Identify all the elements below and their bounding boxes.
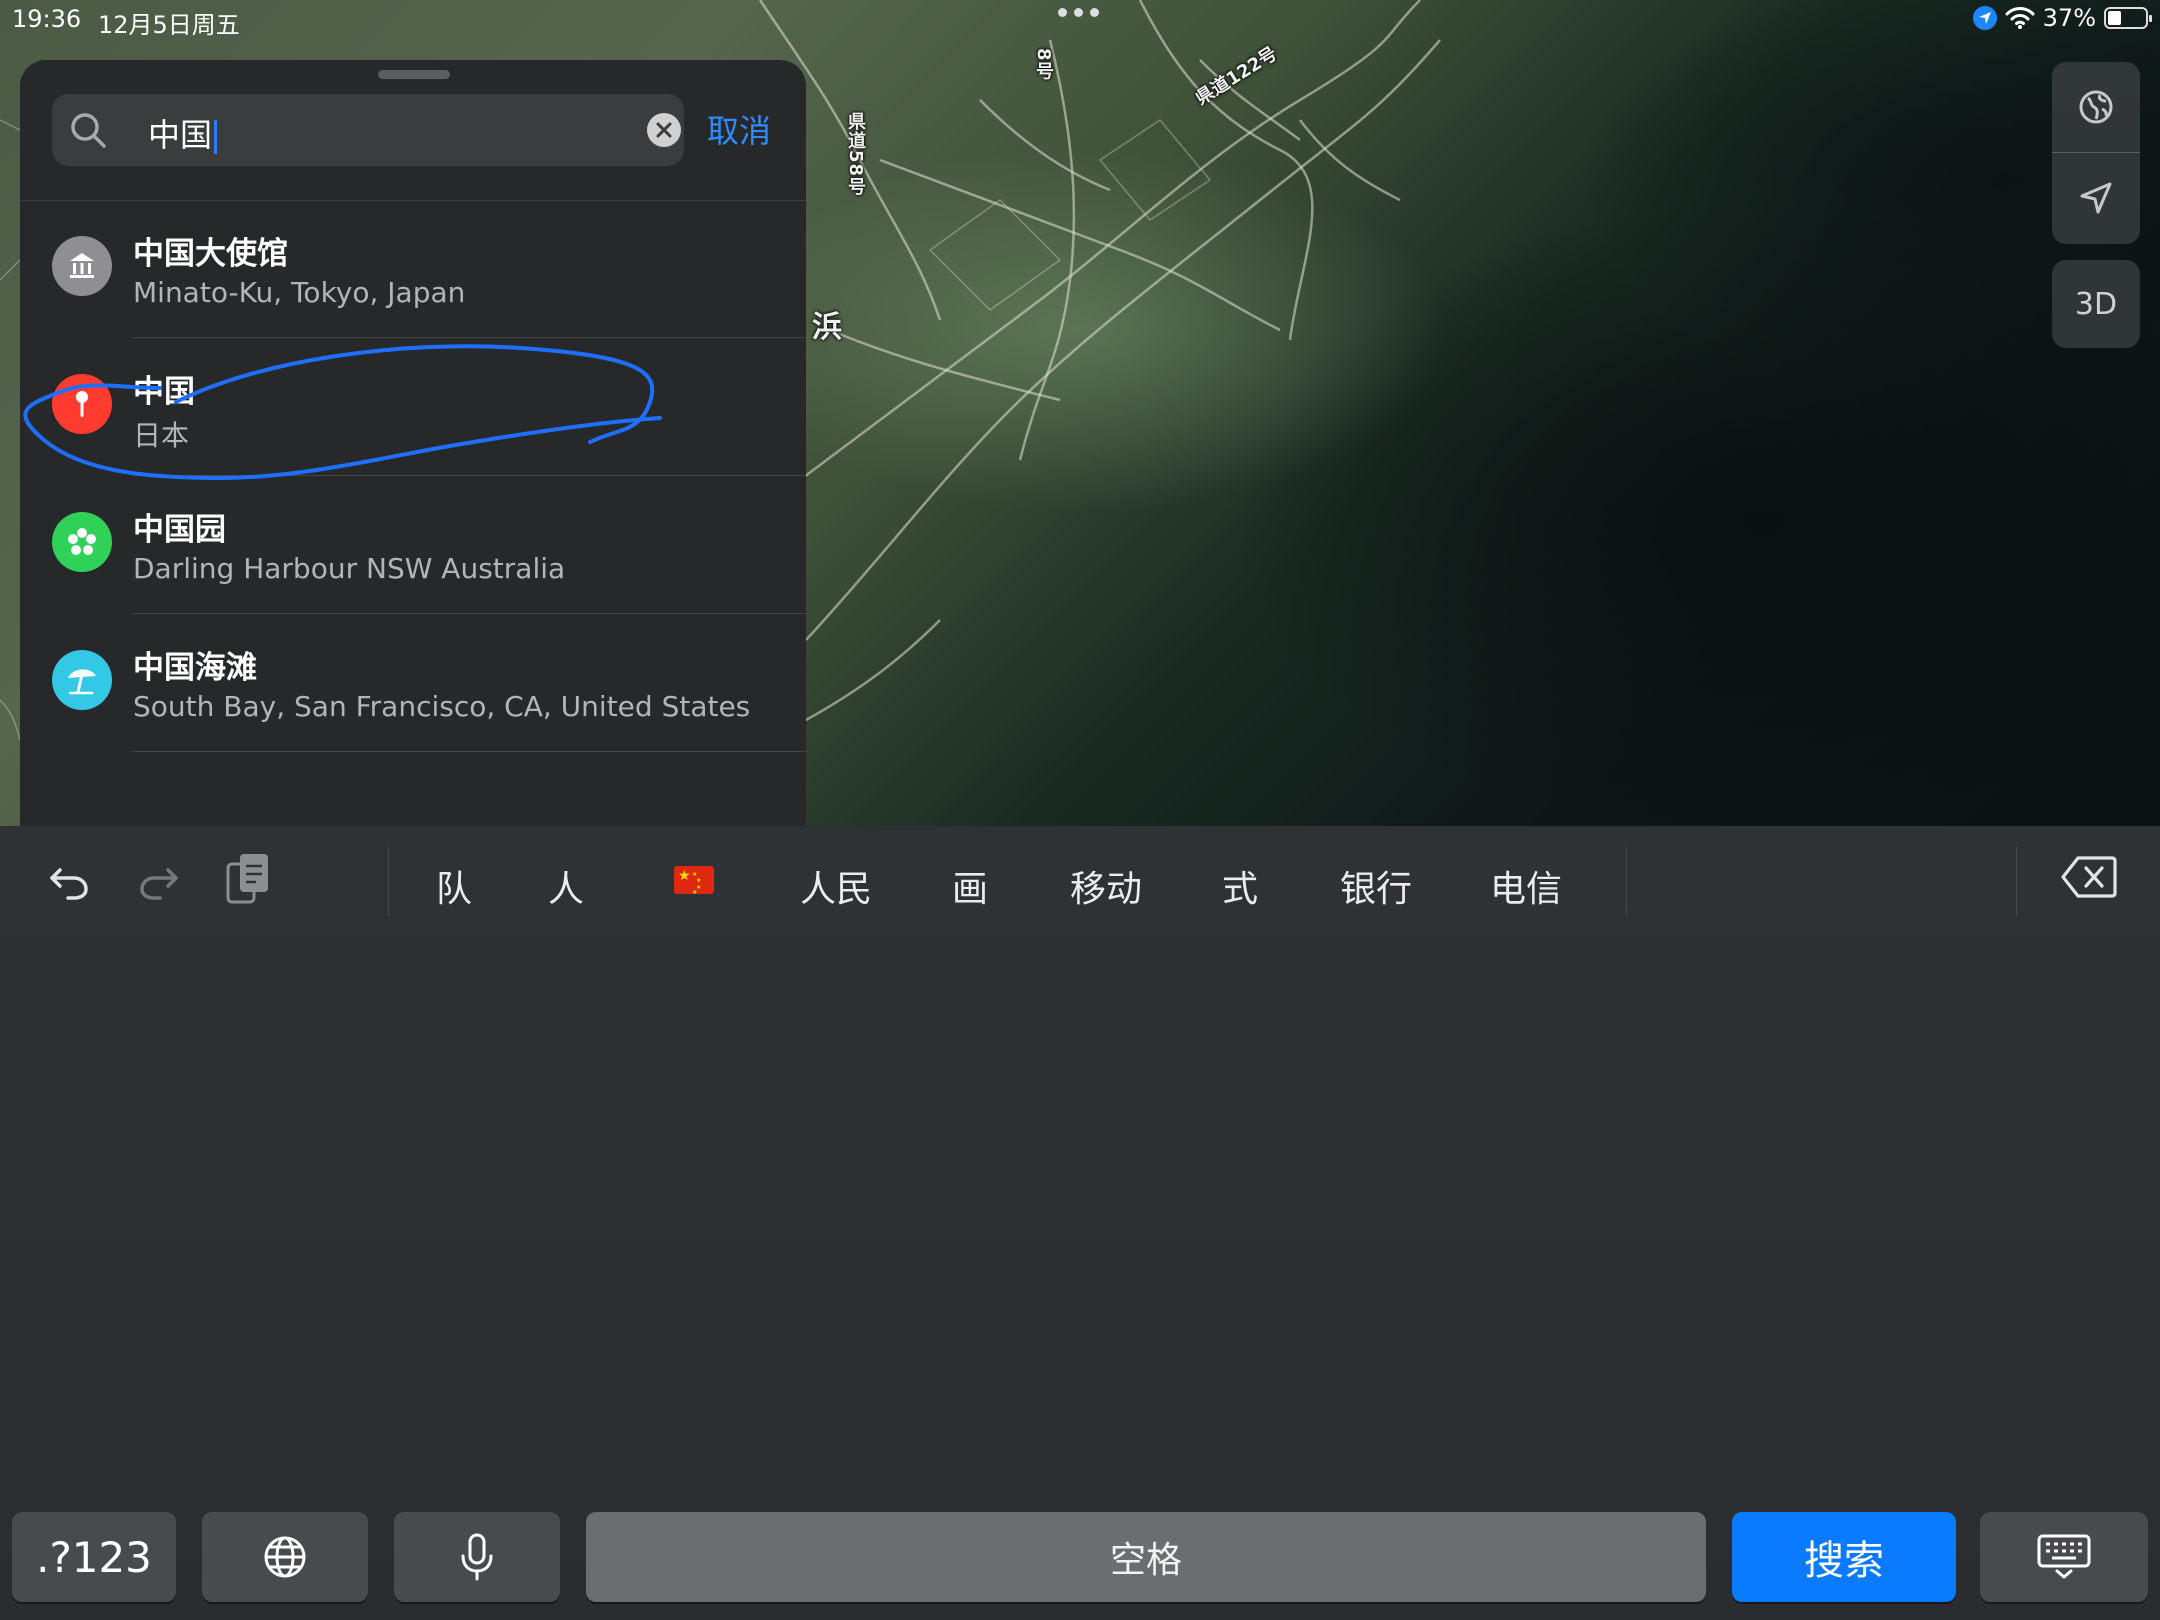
result-divider <box>133 751 806 752</box>
search-icon <box>71 113 106 148</box>
undo-icon[interactable] <box>46 856 92 902</box>
search-result-item[interactable]: 中国大使馆 Minato-Ku, Tokyo, Japan <box>20 200 806 338</box>
battery-percent: 37% <box>2042 4 2096 32</box>
cancel-button[interactable]: 取消 <box>707 106 771 152</box>
location-services-icon <box>1972 6 1997 30</box>
microphone-icon <box>461 1533 493 1581</box>
china-flag-emoji[interactable]: ★ ★ ★ ★ ★ <box>674 866 714 896</box>
delete-backspace-icon[interactable] <box>2060 854 2118 900</box>
embassy-icon <box>52 236 112 296</box>
map-controls <box>2052 62 2140 244</box>
close-icon <box>656 122 672 138</box>
beach-umbrella-icon <box>52 650 112 710</box>
toolbar-divider <box>388 846 389 916</box>
search-key[interactable]: 搜索 <box>1732 1512 1956 1602</box>
current-location-button[interactable] <box>2052 152 2140 243</box>
candidate-word[interactable]: 队 <box>424 860 484 912</box>
dismiss-keyboard-key[interactable] <box>1980 1512 2148 1602</box>
3d-control: 3D <box>2052 260 2140 348</box>
result-subtitle: 日本 <box>133 419 190 452</box>
keyboard: 队 人 ★ ★ ★ ★ ★ 人民 画 移动 式 银行 电信 .?123 空格 搜… <box>0 826 2160 1620</box>
result-title: 中国园 <box>133 512 226 548</box>
wifi-icon <box>2005 7 2035 29</box>
candidate-word[interactable]: 人 <box>536 860 596 912</box>
multitasking-dots-icon[interactable] <box>1058 8 1099 17</box>
result-subtitle: Minato-Ku, Tokyo, Japan <box>133 276 466 309</box>
panel-grabber[interactable] <box>378 70 450 79</box>
result-subtitle: South Bay, San Francisco, CA, United Sta… <box>133 690 751 723</box>
flower-icon <box>52 512 112 572</box>
paste-icon[interactable] <box>224 850 274 906</box>
redo-icon[interactable] <box>136 856 182 902</box>
candidate-word[interactable]: 移动 <box>1056 860 1156 912</box>
clear-search-button[interactable] <box>647 113 681 147</box>
dictation-key[interactable] <box>394 1512 560 1602</box>
space-key[interactable]: 空格 <box>586 1512 1706 1602</box>
toolbar-divider <box>1626 846 1627 916</box>
map-road-label: 8号 <box>1033 48 1054 81</box>
candidate-word[interactable]: 画 <box>940 860 1000 912</box>
map-road-label: 県道58号 <box>845 112 866 197</box>
result-subtitle: Darling Harbour NSW Australia <box>133 552 566 585</box>
result-title: 中国海滩 <box>133 650 257 686</box>
location-arrow-icon <box>2080 182 2112 214</box>
search-result-item[interactable]: 中国海滩 South Bay, San Francisco, CA, Unite… <box>20 614 806 752</box>
globe-icon <box>264 1536 306 1578</box>
candidate-word[interactable]: 银行 <box>1326 860 1426 912</box>
search-input[interactable]: 中国 <box>148 116 212 154</box>
battery-icon <box>2104 7 2152 29</box>
candidate-word[interactable]: 电信 <box>1476 860 1576 912</box>
search-panel: 中国 取消 中国大使馆 Minato-Ku, Tokyo, Japan 中国 日… <box>20 60 806 840</box>
map-place-label: 浜 <box>812 310 842 345</box>
candidate-word[interactable]: 式 <box>1210 860 1270 912</box>
globe-icon <box>2079 90 2113 124</box>
candidate-word[interactable]: 人民 <box>786 860 886 912</box>
status-time: 19:36 <box>12 5 82 33</box>
search-result-item[interactable]: 中国 日本 <box>20 338 806 476</box>
search-field[interactable]: 中国 <box>52 94 684 166</box>
result-title: 中国大使馆 <box>133 236 288 272</box>
status-date: 12月5日周五 <box>98 11 240 39</box>
status-bar: 19:36 12月5日周五 37% <box>0 0 2160 40</box>
search-result-item[interactable]: 中国园 Darling Harbour NSW Australia <box>20 476 806 614</box>
toolbar-divider <box>2016 846 2017 916</box>
result-title: 中国 <box>133 374 195 410</box>
language-switch-key[interactable] <box>202 1512 368 1602</box>
candidate-bar: 队 人 ★ ★ ★ ★ ★ 人民 画 移动 式 银行 电信 <box>0 826 2160 936</box>
3d-toggle-button[interactable]: 3D <box>2052 260 2140 348</box>
numbers-key[interactable]: .?123 <box>12 1512 176 1602</box>
map-mode-button[interactable] <box>2052 62 2140 152</box>
text-caret <box>214 120 218 154</box>
keyboard-hide-icon <box>2037 1534 2091 1579</box>
location-pin-icon <box>52 374 112 434</box>
